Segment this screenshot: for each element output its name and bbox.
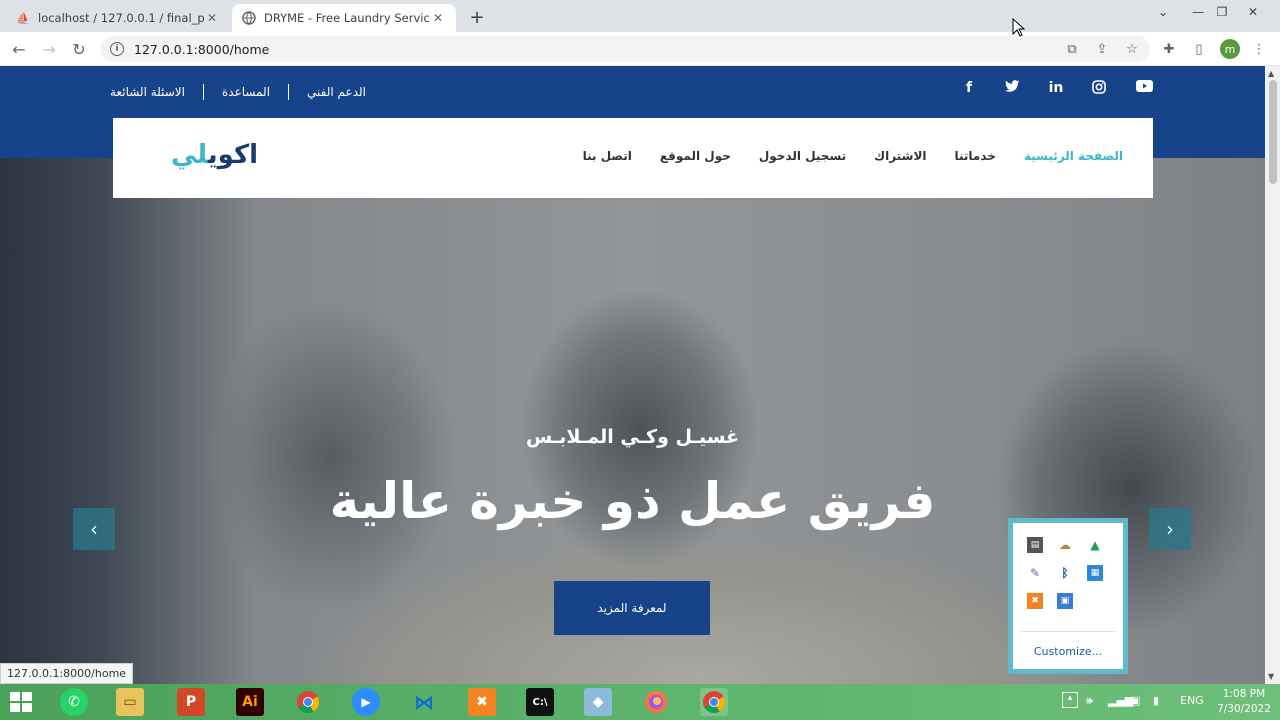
twitter-icon[interactable]	[1002, 80, 1022, 97]
xampp-taskbar-icon[interactable]: ✖	[468, 688, 496, 716]
notes-app-icon[interactable]: ◆	[584, 688, 612, 716]
windows-taskbar: ✆ ▭ P Ai ▶ ⋈ ✖ C:\ ◆ ▴ 🕪 ▂▄▆ ▣ ▮ ENG 1:0…	[0, 684, 1280, 720]
profile-avatar[interactable]: m	[1220, 39, 1240, 59]
mouse-cursor-icon	[1012, 18, 1026, 37]
scrollbar-thumb[interactable]	[1269, 80, 1277, 184]
tab-dryme[interactable]: DRYME - Free Laundry Service W ✕	[232, 4, 456, 32]
screen-capture-icon[interactable]: ▣	[1057, 593, 1073, 609]
close-icon[interactable]: ✕	[430, 10, 446, 26]
instagram-icon[interactable]	[1089, 80, 1109, 98]
share-icon[interactable]: ⇪	[1093, 40, 1111, 58]
tab-phpmyadmin[interactable]: ⛵ localhost / 127.0.0.1 / final_proje ✕	[6, 4, 230, 32]
url-text: 127.0.0.1:8000/home	[134, 41, 270, 57]
network-app-icon[interactable]: ▤	[1027, 537, 1043, 553]
extensions-icon[interactable]: ✚	[1160, 40, 1178, 58]
tray-overflow-popup: ▤ ☁ ▲ ✎ ᛒ ▦ ✖ ▣ Customize...	[1008, 518, 1128, 674]
nav-item-services[interactable]: خدماتنا	[955, 149, 996, 163]
translate-icon[interactable]: ⧉	[1063, 40, 1081, 58]
pen-icon[interactable]: ✎	[1027, 565, 1043, 581]
volume-icon[interactable]: 🕪	[1086, 694, 1093, 708]
terminal-icon[interactable]: C:\	[526, 688, 554, 716]
windows-start-icon[interactable]	[10, 692, 32, 712]
vscode-icon[interactable]: ⋈	[410, 688, 438, 716]
logo-accent: لي	[171, 140, 208, 170]
page-scrollbar[interactable]: ▲ ▼	[1265, 66, 1280, 684]
display-icon[interactable]: ▦	[1087, 565, 1103, 581]
chrome-icon[interactable]	[294, 688, 322, 716]
forward-button[interactable]: →	[38, 38, 60, 60]
browser-toolbar: ← → ↻ i 127.0.0.1:8000/home ⧉ ⇪ ☆ ✚ ▯ m …	[0, 32, 1280, 66]
top-link-faq[interactable]: الاسئلة الشائعة	[110, 85, 185, 99]
nav-item-login[interactable]: تسجيل الدخول	[759, 149, 846, 163]
language-indicator[interactable]: ENG	[1180, 694, 1204, 707]
close-window-button[interactable]: ✕	[1240, 2, 1266, 22]
address-bar[interactable]: i 127.0.0.1:8000/home	[100, 36, 1150, 62]
bluetooth-icon[interactable]: ᛒ	[1057, 565, 1073, 581]
facebook-icon[interactable]: f	[959, 80, 979, 96]
back-button[interactable]: ←	[8, 38, 30, 60]
carousel-next-button[interactable]: ›	[1149, 508, 1191, 550]
nav-item-about[interactable]: حول الموقع	[660, 149, 731, 163]
zoom-icon[interactable]: ▶	[352, 688, 380, 716]
tab-search-icon[interactable]: ⌄	[1150, 2, 1176, 22]
top-link-help[interactable]: المساعدة	[222, 85, 270, 99]
youtube-icon[interactable]	[1134, 80, 1154, 96]
linkedin-icon[interactable]: in	[1046, 80, 1066, 96]
chrome-active-icon[interactable]	[700, 688, 728, 716]
tab-title: DRYME - Free Laundry Service W	[264, 11, 430, 25]
restore-button[interactable]: ❐	[1209, 2, 1235, 22]
clock-date: 7/30/2022	[1217, 703, 1271, 715]
network-icon[interactable]: ▣	[1130, 694, 1140, 707]
scroll-up-icon[interactable]: ▲	[1268, 69, 1274, 78]
top-link-divider	[288, 84, 290, 100]
customize-link[interactable]: Customize...	[1013, 645, 1123, 658]
taskbar-clock[interactable]: 1:08 PM 7/30/2022	[1214, 687, 1274, 717]
powerpoint-icon[interactable]: P	[177, 688, 205, 716]
minimize-button[interactable]: —	[1185, 2, 1211, 22]
tray-expand-icon[interactable]: ▴	[1062, 692, 1078, 708]
hero-subtitle: غسيـل وكـي المـلابـس	[525, 426, 740, 448]
site-logo[interactable]: اكويلي	[171, 140, 258, 170]
clock-time: 1:08 PM	[1222, 688, 1266, 700]
illustrator-icon[interactable]: Ai	[236, 688, 264, 716]
tray-icon-grid: ▤ ☁ ▲ ✎ ᛒ ▦ ✖ ▣	[1027, 537, 1117, 609]
side-panel-icon[interactable]: ▯	[1190, 40, 1208, 58]
nav-menu: الصفحة الرئيسية خدماتنا الاشتراك تسجيل ا…	[555, 149, 1123, 163]
info-icon[interactable]: i	[110, 42, 124, 56]
tab-title: localhost / 127.0.0.1 / final_proje	[38, 11, 204, 25]
bookmark-star-icon[interactable]: ☆	[1123, 40, 1141, 58]
new-tab-button[interactable]: +	[466, 6, 488, 28]
google-drive-icon[interactable]: ▲	[1087, 537, 1103, 553]
learn-more-button[interactable]: لمعرفة المزيد	[554, 581, 710, 635]
main-navbar: اكويلي الصفحة الرئيسية خدماتنا الاشتراك …	[113, 118, 1153, 198]
menu-icon[interactable]: ⋮	[1250, 40, 1268, 58]
phpmyadmin-icon: ⛵	[16, 11, 30, 25]
file-explorer-icon[interactable]: ▭	[116, 688, 144, 716]
status-url-bubble: 127.0.0.1:8000/home	[0, 663, 134, 684]
nav-item-contact[interactable]: اتصل بنا	[583, 149, 632, 163]
top-links: الدعم الفني المساعدة الاسئلة الشائعة	[110, 84, 366, 100]
scroll-down-icon[interactable]: ▼	[1268, 672, 1274, 681]
globe-icon	[242, 11, 256, 25]
tray-divider	[1021, 631, 1115, 632]
top-link-divider	[203, 84, 204, 100]
carousel-prev-button[interactable]: ‹	[73, 508, 115, 550]
top-link-support[interactable]: الدعم الفني	[307, 85, 366, 99]
nav-item-home[interactable]: الصفحة الرئيسية	[1024, 149, 1123, 163]
nav-item-subscribe[interactable]: الاشتراك	[874, 149, 926, 163]
tab-bar: ⛵ localhost / 127.0.0.1 / final_proje ✕ …	[0, 0, 1280, 32]
battery-icon[interactable]: ▮	[1153, 694, 1159, 707]
reload-button[interactable]: ↻	[68, 38, 90, 60]
firefox-icon[interactable]	[642, 688, 670, 716]
logo-main: اكوي	[207, 140, 259, 170]
vpn-lock-icon[interactable]: ☁	[1057, 537, 1073, 553]
close-icon[interactable]: ✕	[204, 10, 220, 26]
xampp-icon[interactable]: ✖	[1027, 593, 1043, 609]
whatsapp-icon[interactable]: ✆	[60, 688, 88, 716]
